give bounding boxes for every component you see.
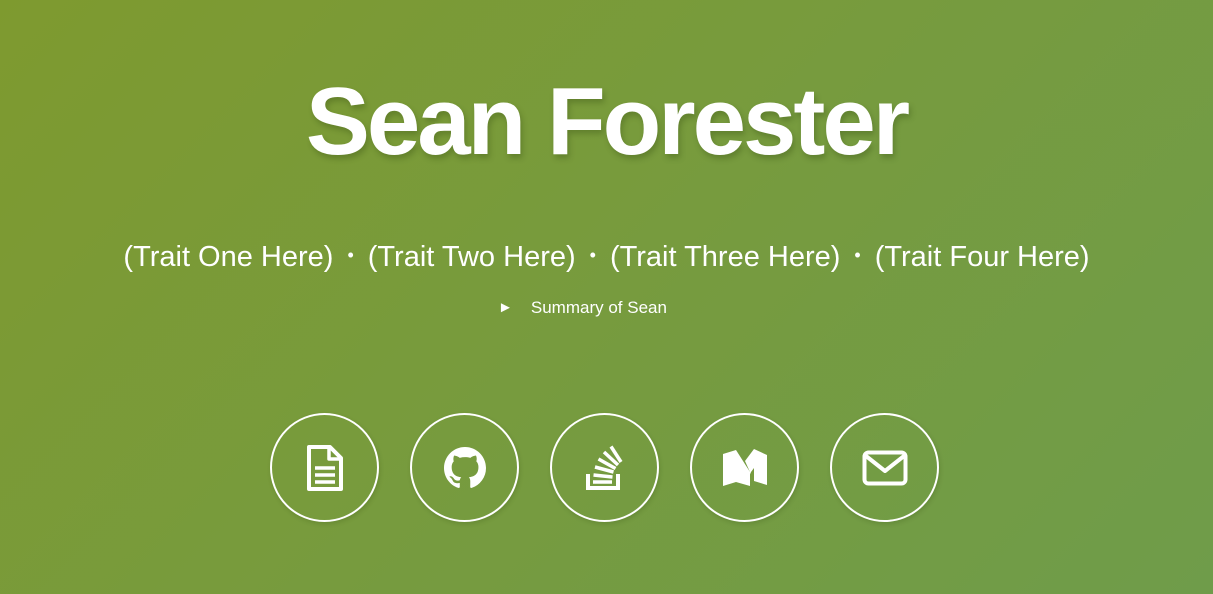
trait-one: (Trait One Here) — [123, 241, 334, 273]
summary-label: Summary of Sean — [530, 298, 667, 317]
disclosure-arrow-icon: ► — [498, 299, 513, 316]
stackoverflow-link[interactable] — [550, 413, 659, 522]
document-icon — [306, 444, 343, 491]
page-title: Sean Forester — [305, 68, 910, 175]
github-icon — [443, 446, 486, 488]
social-links — [0, 413, 1213, 522]
email-icon — [862, 450, 907, 485]
stackoverflow-icon — [585, 445, 622, 490]
trait-three: (Trait Three Here) — [609, 241, 841, 273]
trait-separator: • — [589, 245, 596, 265]
trait-separator: • — [854, 245, 861, 265]
trait-two: (Trait Two Here) — [367, 241, 576, 273]
medium-link[interactable] — [690, 413, 799, 522]
trait-separator: • — [347, 245, 354, 265]
traits-line: (Trait One Here) • (Trait Two Here) • (T… — [0, 238, 1213, 276]
medium-icon — [722, 448, 767, 486]
hero-section: Sean Forester (Trait One Here) • (Trait … — [0, 0, 1213, 594]
trait-four: (Trait Four Here) — [874, 241, 1090, 273]
resume-link[interactable] — [270, 413, 379, 522]
github-link[interactable] — [410, 413, 519, 522]
summary-toggle[interactable]: ► Summary of Sean — [0, 296, 1213, 320]
email-link[interactable] — [830, 413, 939, 522]
